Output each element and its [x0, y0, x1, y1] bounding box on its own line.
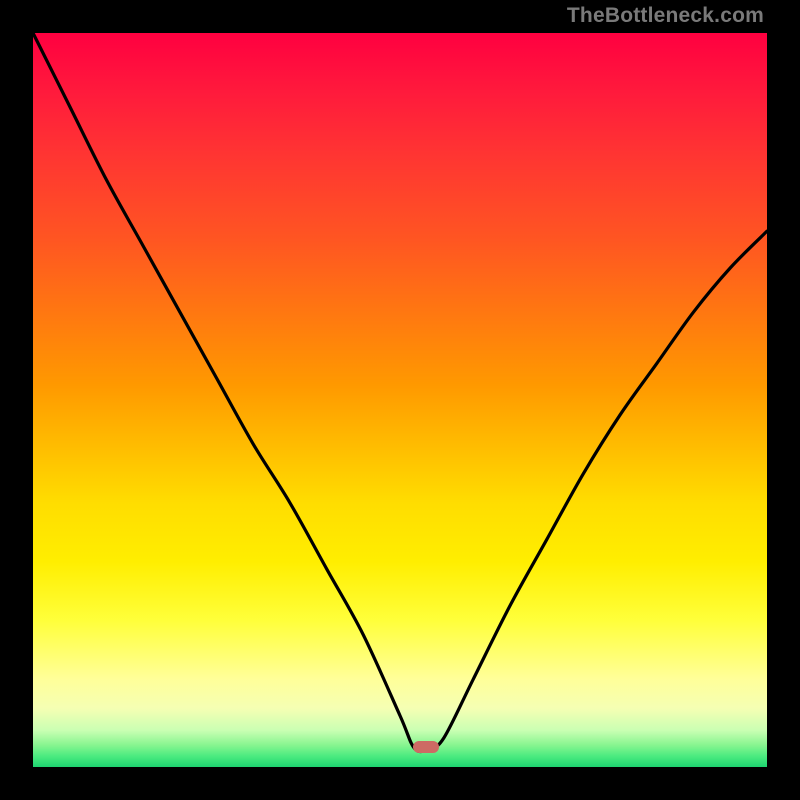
optimum-marker	[413, 741, 439, 753]
bottleneck-curve	[33, 33, 767, 767]
plot-area	[33, 33, 767, 767]
watermark-text: TheBottleneck.com	[567, 4, 764, 28]
chart-frame: TheBottleneck.com	[0, 0, 800, 800]
